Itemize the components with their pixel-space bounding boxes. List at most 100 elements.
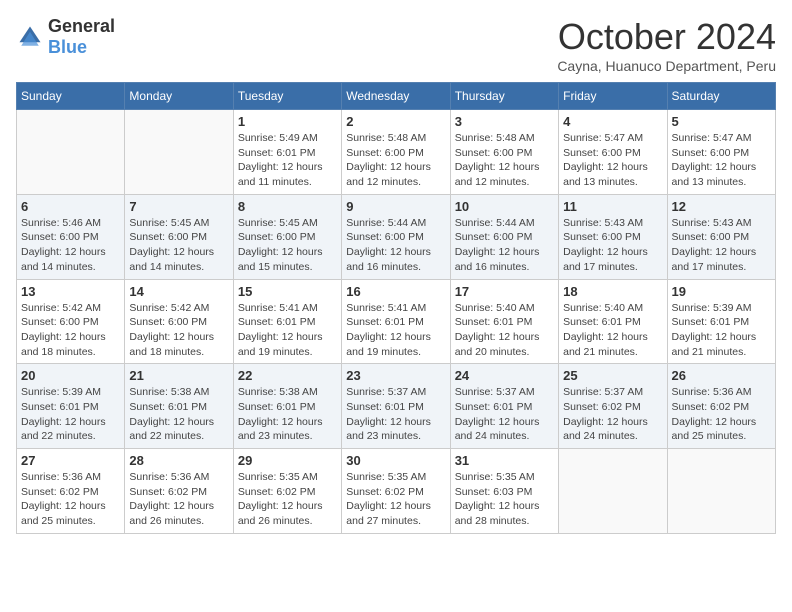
day-info: Sunrise: 5:47 AM Sunset: 6:00 PM Dayligh…	[563, 131, 662, 190]
weekday-header-monday: Monday	[125, 83, 233, 110]
day-info: Sunrise: 5:37 AM Sunset: 6:02 PM Dayligh…	[563, 385, 662, 444]
month-title: October 2024	[557, 16, 776, 58]
day-number: 4	[563, 114, 662, 129]
logo-blue-text: Blue	[48, 37, 87, 57]
calendar-day-cell: 2Sunrise: 5:48 AM Sunset: 6:00 PM Daylig…	[342, 110, 450, 195]
day-number: 10	[455, 199, 554, 214]
day-info: Sunrise: 5:39 AM Sunset: 6:01 PM Dayligh…	[672, 301, 771, 360]
calendar-day-cell: 17 Sunrise: 5:40 AM Sunset: 6:01 PM Dayli…	[450, 279, 558, 364]
day-number: 24	[455, 368, 554, 383]
calendar-day-cell: 21 Sunrise: 5:38 AM Sunset: 6:01 PM Dayli…	[125, 364, 233, 449]
day-number: 17	[455, 284, 554, 299]
weekday-header-friday: Friday	[559, 83, 667, 110]
calendar-day-cell: 13 Sunrise: 5:42 AM Sunset: 6:00 PM Dayli…	[17, 279, 125, 364]
day-number: 8	[238, 199, 337, 214]
calendar-day-cell: 19 Sunrise: 5:39 AM Sunset: 6:01 PM Dayli…	[667, 279, 775, 364]
calendar-day-cell: 30 Sunrise: 5:35 AM Sunset: 6:02 PM Dayli…	[342, 449, 450, 534]
weekday-header-tuesday: Tuesday	[233, 83, 341, 110]
calendar-day-cell	[667, 449, 775, 534]
day-number: 27	[21, 453, 120, 468]
page-header: General Blue October 2024 Cayna, Huanuco…	[16, 16, 776, 74]
day-info: Sunrise: 5:41 AM Sunset: 6:01 PM Dayligh…	[346, 301, 445, 360]
day-info: Sunrise: 5:45 AM Sunset: 6:00 PM Dayligh…	[238, 216, 337, 275]
calendar-day-cell: 10 Sunrise: 5:44 AM Sunset: 6:00 PM Dayli…	[450, 194, 558, 279]
day-info: Sunrise: 5:49 AM Sunset: 6:01 PM Dayligh…	[238, 131, 337, 190]
calendar-day-cell: 27 Sunrise: 5:36 AM Sunset: 6:02 PM Dayli…	[17, 449, 125, 534]
day-info: Sunrise: 5:47 AM Sunset: 6:00 PM Dayligh…	[672, 131, 771, 190]
calendar-day-cell	[125, 110, 233, 195]
weekday-header-saturday: Saturday	[667, 83, 775, 110]
calendar-week-row: 27 Sunrise: 5:36 AM Sunset: 6:02 PM Dayli…	[17, 449, 776, 534]
weekday-header-sunday: Sunday	[17, 83, 125, 110]
calendar-day-cell: 16 Sunrise: 5:41 AM Sunset: 6:01 PM Dayli…	[342, 279, 450, 364]
day-number: 26	[672, 368, 771, 383]
day-number: 6	[21, 199, 120, 214]
day-number: 12	[672, 199, 771, 214]
calendar-day-cell: 6 Sunrise: 5:46 AM Sunset: 6:00 PM Daylig…	[17, 194, 125, 279]
calendar-day-cell: 28Sunrise: 5:36 AM Sunset: 6:02 PM Dayli…	[125, 449, 233, 534]
day-info: Sunrise: 5:41 AM Sunset: 6:01 PM Dayligh…	[238, 301, 337, 360]
weekday-header-thursday: Thursday	[450, 83, 558, 110]
logo: General Blue	[16, 16, 115, 58]
day-info: Sunrise: 5:38 AM Sunset: 6:01 PM Dayligh…	[129, 385, 228, 444]
day-number: 1	[238, 114, 337, 129]
calendar-day-cell: 31Sunrise: 5:35 AM Sunset: 6:03 PM Dayli…	[450, 449, 558, 534]
day-info: Sunrise: 5:40 AM Sunset: 6:01 PM Dayligh…	[563, 301, 662, 360]
logo-icon	[16, 23, 44, 51]
calendar-day-cell: 20Sunrise: 5:39 AM Sunset: 6:01 PM Dayli…	[17, 364, 125, 449]
calendar-day-cell: 11 Sunrise: 5:43 AM Sunset: 6:00 PM Dayli…	[559, 194, 667, 279]
calendar-day-cell: 9Sunrise: 5:44 AM Sunset: 6:00 PM Daylig…	[342, 194, 450, 279]
day-info: Sunrise: 5:35 AM Sunset: 6:02 PM Dayligh…	[346, 470, 445, 529]
day-info: Sunrise: 5:40 AM Sunset: 6:01 PM Dayligh…	[455, 301, 554, 360]
day-number: 31	[455, 453, 554, 468]
day-number: 18	[563, 284, 662, 299]
day-number: 20	[21, 368, 120, 383]
day-number: 13	[21, 284, 120, 299]
logo-general-text: General	[48, 16, 115, 36]
day-info: Sunrise: 5:46 AM Sunset: 6:00 PM Dayligh…	[21, 216, 120, 275]
day-info: Sunrise: 5:36 AM Sunset: 6:02 PM Dayligh…	[129, 470, 228, 529]
calendar-day-cell: 25 Sunrise: 5:37 AM Sunset: 6:02 PM Dayli…	[559, 364, 667, 449]
day-number: 22	[238, 368, 337, 383]
day-info: Sunrise: 5:43 AM Sunset: 6:00 PM Dayligh…	[672, 216, 771, 275]
day-info: Sunrise: 5:42 AM Sunset: 6:00 PM Dayligh…	[21, 301, 120, 360]
day-number: 11	[563, 199, 662, 214]
calendar-day-cell: 23Sunrise: 5:37 AM Sunset: 6:01 PM Dayli…	[342, 364, 450, 449]
day-number: 25	[563, 368, 662, 383]
calendar-week-row: 1 Sunrise: 5:49 AM Sunset: 6:01 PM Daylig…	[17, 110, 776, 195]
calendar-day-cell: 5Sunrise: 5:47 AM Sunset: 6:00 PM Daylig…	[667, 110, 775, 195]
day-number: 21	[129, 368, 228, 383]
day-info: Sunrise: 5:48 AM Sunset: 6:00 PM Dayligh…	[346, 131, 445, 190]
calendar-day-cell: 18 Sunrise: 5:40 AM Sunset: 6:01 PM Dayli…	[559, 279, 667, 364]
day-info: Sunrise: 5:35 AM Sunset: 6:02 PM Dayligh…	[238, 470, 337, 529]
day-info: Sunrise: 5:44 AM Sunset: 6:00 PM Dayligh…	[455, 216, 554, 275]
title-section: October 2024 Cayna, Huanuco Department, …	[557, 16, 776, 74]
calendar-day-cell: 24 Sunrise: 5:37 AM Sunset: 6:01 PM Dayli…	[450, 364, 558, 449]
calendar-day-cell: 12 Sunrise: 5:43 AM Sunset: 6:00 PM Dayli…	[667, 194, 775, 279]
calendar-week-row: 13 Sunrise: 5:42 AM Sunset: 6:00 PM Dayli…	[17, 279, 776, 364]
day-info: Sunrise: 5:36 AM Sunset: 6:02 PM Dayligh…	[21, 470, 120, 529]
calendar-day-cell: 8 Sunrise: 5:45 AM Sunset: 6:00 PM Daylig…	[233, 194, 341, 279]
day-number: 16	[346, 284, 445, 299]
day-info: Sunrise: 5:37 AM Sunset: 6:01 PM Dayligh…	[455, 385, 554, 444]
day-number: 3	[455, 114, 554, 129]
calendar-day-cell: 3Sunrise: 5:48 AM Sunset: 6:00 PM Daylig…	[450, 110, 558, 195]
day-number: 23	[346, 368, 445, 383]
day-number: 30	[346, 453, 445, 468]
calendar-table: SundayMondayTuesdayWednesdayThursdayFrid…	[16, 82, 776, 534]
day-number: 29	[238, 453, 337, 468]
calendar-day-cell: 26Sunrise: 5:36 AM Sunset: 6:02 PM Dayli…	[667, 364, 775, 449]
calendar-day-cell: 29 Sunrise: 5:35 AM Sunset: 6:02 PM Dayli…	[233, 449, 341, 534]
weekday-header-wednesday: Wednesday	[342, 83, 450, 110]
calendar-day-cell: 15 Sunrise: 5:41 AM Sunset: 6:01 PM Dayli…	[233, 279, 341, 364]
day-info: Sunrise: 5:44 AM Sunset: 6:00 PM Dayligh…	[346, 216, 445, 275]
calendar-week-row: 20Sunrise: 5:39 AM Sunset: 6:01 PM Dayli…	[17, 364, 776, 449]
calendar-day-cell	[17, 110, 125, 195]
day-info: Sunrise: 5:43 AM Sunset: 6:00 PM Dayligh…	[563, 216, 662, 275]
calendar-day-cell: 22Sunrise: 5:38 AM Sunset: 6:01 PM Dayli…	[233, 364, 341, 449]
day-info: Sunrise: 5:45 AM Sunset: 6:00 PM Dayligh…	[129, 216, 228, 275]
day-number: 19	[672, 284, 771, 299]
day-number: 14	[129, 284, 228, 299]
calendar-day-cell	[559, 449, 667, 534]
day-number: 15	[238, 284, 337, 299]
